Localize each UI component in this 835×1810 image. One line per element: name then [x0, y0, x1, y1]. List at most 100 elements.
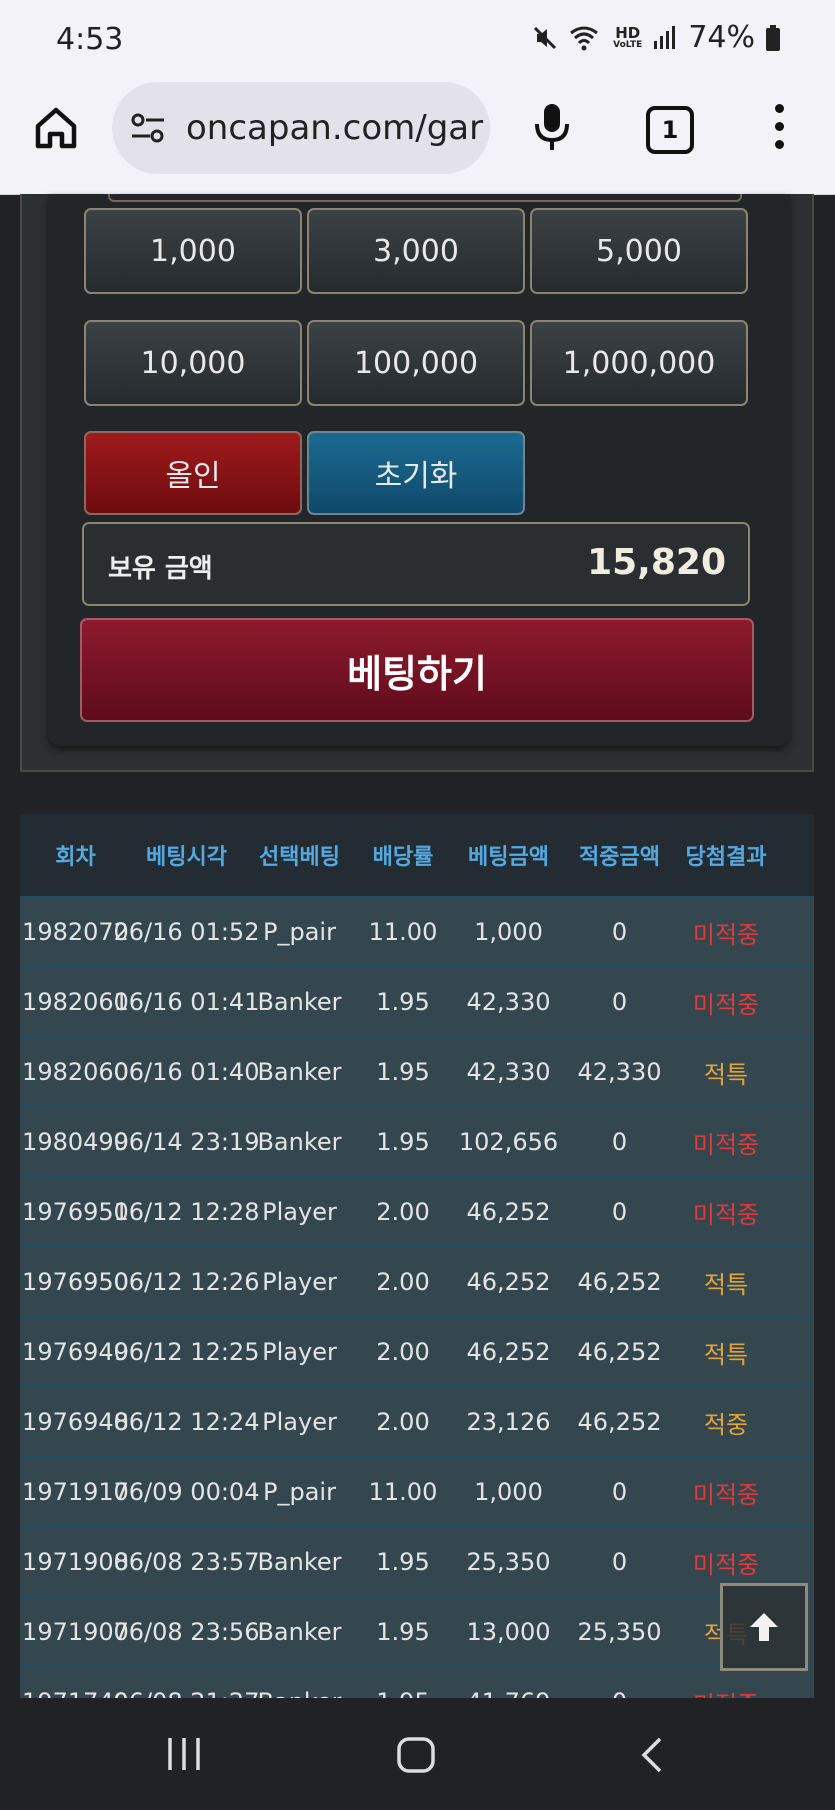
header-odds: 배당률	[372, 845, 434, 870]
more-menu-icon[interactable]	[772, 104, 786, 156]
cell-odds: 1.95	[376, 1128, 430, 1156]
header-bet-time: 베팅시각	[146, 845, 227, 870]
hd-voice-icon: HD VoLTE	[613, 23, 643, 50]
header-round: 회차	[55, 845, 96, 870]
table-row: 1982061 06/16 01:41 Banker 1.95 42,330 0 미적중	[20, 966, 814, 1036]
cell-selection: Player	[262, 1338, 337, 1366]
cell-selection: Banker	[257, 1128, 342, 1156]
header-bet-amount: 베팅금액	[468, 845, 549, 870]
cell-bet-time: 06/14 23:19	[113, 1128, 260, 1156]
cell-odds: 11.00	[368, 1478, 438, 1506]
header-selection: 선택베팅	[259, 845, 340, 870]
cell-win-amount: 0	[611, 1478, 628, 1506]
scroll-to-top-button[interactable]	[720, 1583, 808, 1671]
cell-bet-time: 06/12 12:25	[113, 1338, 260, 1366]
cell-bet-time: 06/08 23:57	[113, 1548, 260, 1576]
cell-win-amount: 46,252	[577, 1338, 662, 1366]
cell-win-amount: 46,252	[577, 1268, 662, 1296]
amount-button-1000[interactable]: 1,000	[84, 208, 302, 294]
cell-win-amount: 0	[611, 988, 628, 1016]
amount-button-3000[interactable]: 3,000	[307, 208, 525, 294]
cell-bet-amount: 46,252	[466, 1198, 551, 1226]
cell-bet-time: 06/12 12:28	[113, 1198, 260, 1226]
table-header: 회차 베팅시각 선택베팅 배당률 베팅금액 적중금액 당첨결과	[20, 814, 814, 896]
balance-label: 보유 금액	[108, 554, 213, 584]
balance-value: 15,820	[587, 542, 726, 583]
table-row: 1980499 06/14 23:19 Banker 1.95 102,656 0 미적중	[20, 1106, 814, 1176]
cell-odds: 11.00	[368, 918, 438, 946]
cell-selection: Banker	[257, 1548, 342, 1576]
mic-icon[interactable]	[532, 102, 572, 158]
cell-selection: Player	[262, 1198, 337, 1226]
table-row: 1982072 06/16 01:52 P_pair 11.00 1,000 0 미적중	[20, 896, 814, 966]
recent-apps-icon[interactable]	[164, 1736, 204, 1776]
cell-result: 적중	[703, 1410, 749, 1439]
amount-button-10000[interactable]: 10,000	[84, 320, 302, 406]
cell-selection: P_pair	[263, 918, 336, 946]
browser-toolbar: oncapan.com/gar 1	[0, 80, 835, 195]
address-bar[interactable]: oncapan.com/gar	[112, 82, 490, 174]
cell-win-amount: 25,350	[577, 1618, 662, 1646]
home-icon[interactable]	[396, 1736, 436, 1778]
browser-home-icon[interactable]	[30, 102, 82, 154]
cell-bet-amount: 1,000	[474, 918, 543, 946]
cell-win-amount: 0	[611, 918, 628, 946]
table-row: 1976951 06/12 12:28 Player 2.00 46,252 0 미적중	[20, 1176, 814, 1246]
cell-win-amount: 0	[568, 1668, 671, 1698]
cell-win-amount: 0	[611, 1128, 628, 1156]
mute-icon	[531, 24, 559, 52]
site-settings-icon[interactable]	[130, 112, 166, 148]
cell-bet-time: 06/08 23:56	[113, 1618, 260, 1646]
cell-result: 미적중	[671, 1668, 781, 1699]
cell-bet-time: 06/16 01:41	[113, 988, 260, 1016]
amount-button-1000000[interactable]: 1,000,000	[530, 320, 748, 406]
status-bar: 4:53 HD VoLTE 74%	[0, 0, 835, 80]
cell-odds: 1.95	[376, 1548, 430, 1576]
voice-label: VoLTE	[613, 39, 643, 50]
tab-switcher-button[interactable]: 1	[646, 106, 694, 154]
cell-odds: 1.95	[376, 1058, 430, 1086]
cell-selection: Player	[262, 1268, 337, 1296]
cell-bet-time: 06/16 01:52	[113, 918, 260, 946]
cell-selection: Banker	[242, 1668, 357, 1698]
cell-win-amount: 46,252	[577, 1408, 662, 1436]
wifi-calling-icon	[569, 24, 603, 52]
cell-bet-amount: 42,330	[466, 1058, 551, 1086]
cell-result: 미적중	[692, 1130, 760, 1159]
cell-bet-time: 06/12 12:26	[113, 1268, 260, 1296]
system-nav-bar	[0, 1698, 835, 1810]
cell-win-amount: 42,330	[577, 1058, 662, 1086]
balance-box: 보유 금액 15,820	[82, 522, 750, 606]
amount-button-100000[interactable]: 100,000	[307, 320, 525, 406]
header-win-amount: 적중금액	[579, 845, 660, 870]
signal-icon	[652, 25, 678, 51]
table-row: 1982060 06/16 01:40 Banker 1.95 42,330 42,330…	[20, 1036, 814, 1106]
cell-result: 미적중	[692, 1200, 760, 1229]
cell-selection: P_pair	[263, 1478, 336, 1506]
arrow-up-icon	[750, 1613, 778, 1641]
cell-win-amount: 0	[611, 1198, 628, 1226]
cell-result: 미적중	[692, 990, 760, 1019]
allin-button[interactable]: 올인	[84, 431, 302, 515]
place-bet-button[interactable]: 베팅하기	[80, 618, 754, 722]
cell-bet-amount: 46,252	[466, 1268, 551, 1296]
clock: 4:53	[56, 22, 124, 57]
cell-bet-amount: 102,656	[458, 1128, 559, 1156]
table-row: 1971908 06/08 23:57 Banker 1.95 25,350 0 미적중	[20, 1526, 814, 1596]
cell-selection: Player	[262, 1408, 337, 1436]
cell-result: 미적중	[692, 920, 760, 949]
battery-percent: 74%	[688, 20, 755, 55]
hd-label: HD	[615, 23, 641, 42]
back-icon[interactable]	[638, 1736, 666, 1778]
cell-selection: Banker	[257, 1058, 342, 1086]
table-row: 197174906/08 21:27Banker1.9541,7690미적중	[20, 1666, 814, 1698]
url-text[interactable]: oncapan.com/gar	[186, 108, 486, 148]
reset-button[interactable]: 초기화	[307, 431, 525, 515]
cell-odds: 2.00	[376, 1408, 430, 1436]
battery-icon	[765, 24, 781, 52]
cell-bet-time: 06/12 12:24	[113, 1408, 260, 1436]
cell-win-amount: 0	[611, 1548, 628, 1576]
cell-bet-amount: 42,330	[466, 988, 551, 1016]
table-body: 1982072 06/16 01:52 P_pair 11.00 1,000 0 미적중 19…	[20, 896, 814, 1698]
amount-button-5000[interactable]: 5,000	[530, 208, 748, 294]
